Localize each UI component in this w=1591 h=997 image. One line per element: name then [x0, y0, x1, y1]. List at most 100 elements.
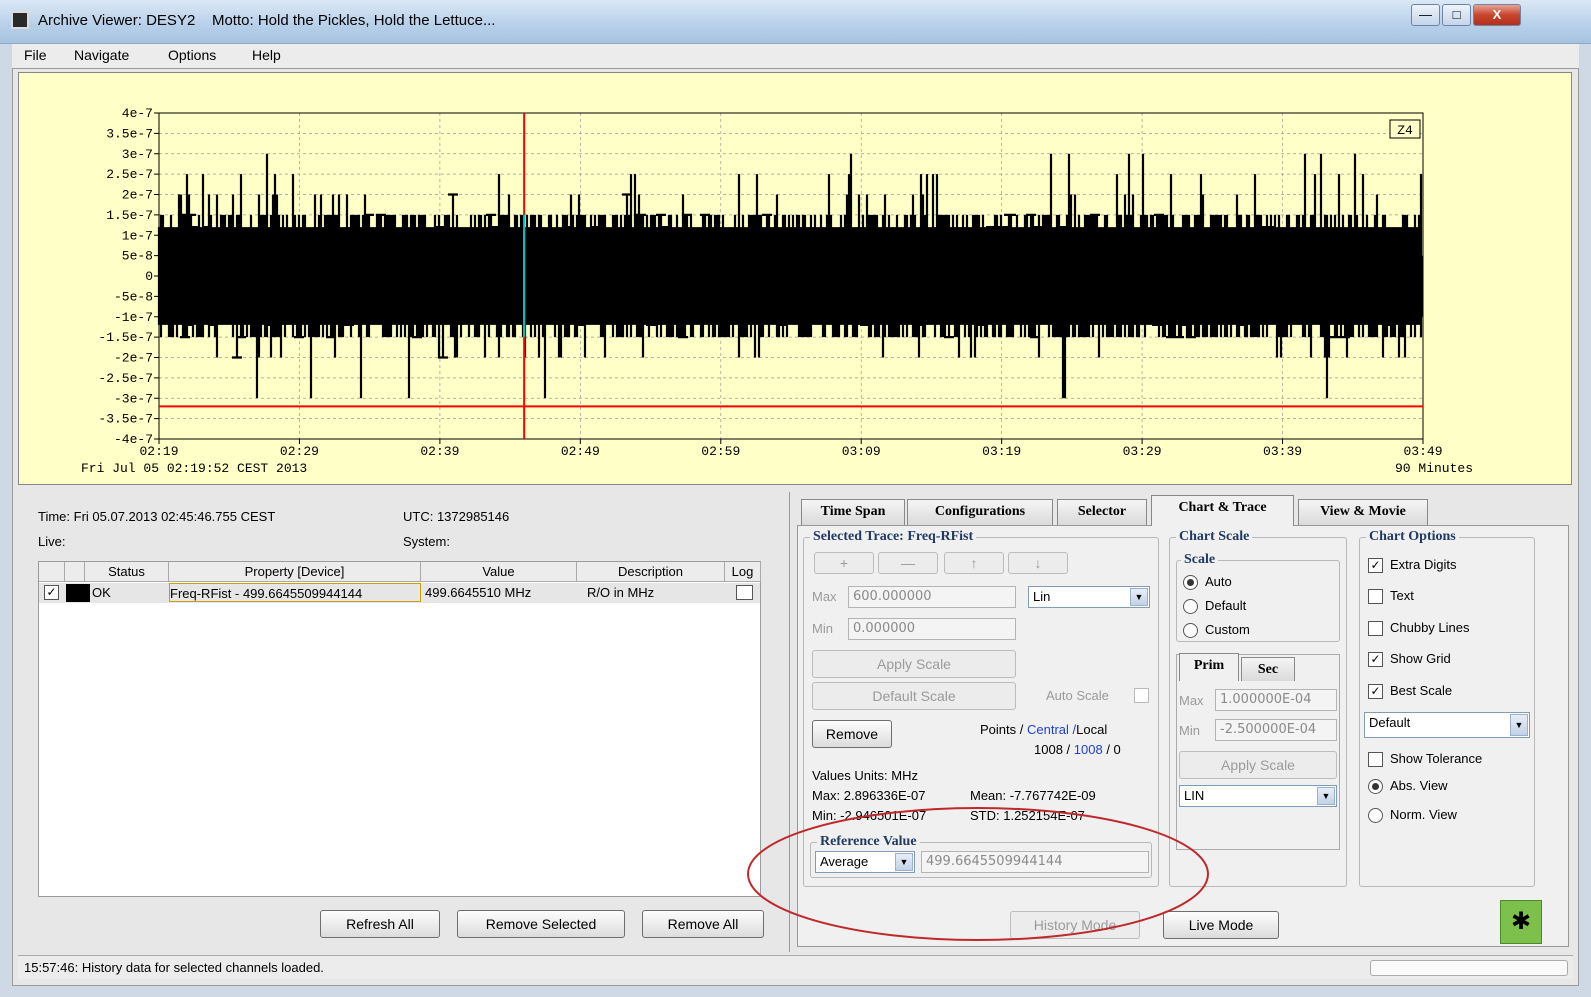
trace-scale-value: Lin: [1033, 589, 1051, 604]
trace-max-field[interactable]: 600.000000: [848, 586, 1016, 608]
tab-time-span[interactable]: Time Span: [801, 499, 905, 525]
table-header-log[interactable]: Log: [725, 562, 761, 582]
auto-scale-checkbox[interactable]: [1134, 688, 1149, 703]
table-row[interactable]: ✓ OK Freq-RFist - 499.6645509944144 499.…: [39, 583, 760, 603]
points-label: Points /: [980, 722, 1024, 737]
tab-configurations[interactable]: Configurations: [907, 499, 1053, 525]
trace-scale-select[interactable]: Lin ▼: [1028, 586, 1150, 608]
tab-view-movie[interactable]: View & Movie: [1298, 499, 1428, 525]
text-label: Text: [1390, 588, 1414, 603]
channel-table[interactable]: Status Property [Device] Value Descripti…: [38, 561, 761, 897]
scale-custom-label: Custom: [1205, 622, 1250, 637]
y-tick-label: -2e-7: [114, 351, 153, 366]
x-tick-label: 03:39: [1263, 444, 1302, 459]
scale-auto-radio[interactable]: [1183, 575, 1198, 590]
local-label: Local: [1076, 722, 1108, 737]
menu-file[interactable]: File: [24, 47, 47, 63]
spider-icon[interactable]: ✱: [1500, 900, 1542, 944]
y-tick-label: -5e-8: [114, 289, 153, 304]
abs-view-label: Abs. View: [1390, 778, 1448, 793]
extra-digits-checkbox[interactable]: ✓: [1368, 558, 1383, 573]
prim-min-field[interactable]: -2.500000E-04: [1215, 719, 1337, 741]
chubby-lines-checkbox[interactable]: [1368, 621, 1383, 636]
chevron-down-icon: ▼: [1317, 787, 1335, 805]
move-down-button[interactable]: ↓: [1008, 552, 1068, 574]
y-tick-label: 2.5e-7: [106, 167, 153, 182]
x-tick-label: 02:39: [420, 444, 459, 459]
units-label: Values Units: MHz: [812, 768, 918, 783]
text-checkbox[interactable]: [1368, 589, 1383, 604]
channel-panel: Time: Fri 05.07.2013 02:45:46.755 CEST U…: [18, 497, 783, 949]
central-count: 1008: [1073, 742, 1103, 757]
row-log-checkbox[interactable]: [736, 585, 753, 600]
tab-sec[interactable]: Sec: [1241, 657, 1295, 681]
prim-max-label: Max: [1179, 693, 1204, 708]
remove-trace-small-button[interactable]: —: [878, 552, 938, 574]
table-header-value[interactable]: Value: [421, 562, 577, 582]
trace-chart[interactable]: 4e-7 3.5e-7 3e-7 2.5e-7 2e-7 1.5e-7 1e-7 5e-8 0 -…: [19, 73, 1571, 484]
chevron-down-icon: ▼: [1130, 588, 1148, 606]
remove-selected-button[interactable]: Remove Selected: [457, 910, 625, 938]
menu-help[interactable]: Help: [252, 47, 281, 63]
y-tick-label: -1.5e-7: [98, 330, 153, 345]
norm-view-label: Norm. View: [1390, 807, 1457, 822]
y-tick-label: 4e-7: [122, 106, 153, 121]
remove-trace-button[interactable]: Remove: [812, 720, 892, 748]
app-icon: [11, 11, 29, 29]
table-header-property[interactable]: Property [Device]: [169, 562, 421, 582]
x-tick-label: 02:49: [561, 444, 600, 459]
y-tick-label: 3e-7: [122, 147, 153, 162]
highlight-ellipse: [747, 807, 1209, 941]
scale-custom-radio[interactable]: [1183, 623, 1198, 638]
tab-chart-trace[interactable]: Chart & Trace: [1151, 495, 1294, 526]
show-tolerance-label: Show Tolerance: [1390, 751, 1483, 766]
prim-max-field[interactable]: 1.000000E-04: [1215, 689, 1337, 711]
apply-scale-button[interactable]: Apply Scale: [812, 650, 1016, 678]
utc-label: UTC: 1372985146: [403, 509, 510, 524]
window-title: Archive Viewer: DESY2 Motto: Hold the Pi…: [38, 12, 495, 29]
points-counts: 1008 / 1008 / 0: [1034, 742, 1121, 757]
show-grid-label: Show Grid: [1390, 651, 1451, 666]
y-tick-label: 0: [145, 269, 153, 284]
tab-prim[interactable]: Prim: [1179, 653, 1239, 681]
table-header-description[interactable]: Description: [577, 562, 725, 582]
selected-trace-title: Selected Trace: Freq-RFist: [810, 529, 977, 545]
scale-default-radio[interactable]: [1183, 599, 1198, 614]
add-trace-button[interactable]: +: [814, 552, 874, 574]
table-header-check[interactable]: [39, 562, 65, 582]
move-up-button[interactable]: ↑: [944, 552, 1004, 574]
row-color-swatch[interactable]: [66, 584, 90, 602]
default-scale-button[interactable]: Default Scale: [812, 682, 1016, 710]
minimize-button[interactable]: —: [1411, 4, 1440, 26]
menu-bar: File Navigate Options Help: [12, 44, 1579, 68]
refresh-all-button[interactable]: Refresh All: [320, 910, 440, 938]
row-value: 499.6645510 MHz: [425, 585, 532, 600]
norm-view-radio[interactable]: [1368, 808, 1383, 823]
chart-panel[interactable]: 4e-7 3.5e-7 3e-7 2.5e-7 2e-7 1.5e-7 1e-7 5e-8 0 -…: [18, 72, 1572, 485]
table-header-color[interactable]: [65, 562, 85, 582]
menu-options[interactable]: Options: [168, 47, 216, 63]
show-grid-checkbox[interactable]: ✓: [1368, 652, 1383, 667]
trace-min-field[interactable]: 0.000000: [848, 618, 1016, 640]
show-tolerance-checkbox[interactable]: [1368, 752, 1383, 767]
maximize-button[interactable]: □: [1442, 4, 1471, 26]
y-tick-label: 5e-8: [122, 249, 153, 264]
best-scale-checkbox[interactable]: ✓: [1368, 684, 1383, 699]
table-header-status[interactable]: Status: [85, 562, 169, 582]
menu-navigate[interactable]: Navigate: [74, 47, 129, 63]
chart-style-select[interactable]: Default ▼: [1364, 712, 1530, 738]
window-title-text: Archive Viewer: DESY2: [38, 12, 196, 29]
close-button[interactable]: X: [1473, 4, 1521, 26]
scale-subgroup: Scale Auto Default Custom: [1176, 552, 1340, 642]
central-label: Central: [1026, 722, 1069, 737]
prim-scale-value: LIN: [1184, 788, 1205, 803]
row-visible-checkbox[interactable]: ✓: [44, 585, 59, 600]
prim-apply-scale-button[interactable]: Apply Scale: [1179, 751, 1337, 779]
status-bar: 15:57:46: History data for selected chan…: [18, 955, 1573, 979]
progress-bar: [1370, 960, 1568, 976]
tab-selector[interactable]: Selector: [1057, 499, 1147, 525]
abs-view-radio[interactable]: [1368, 779, 1383, 794]
row-property[interactable]: Freq-RFist - 499.6645509944144: [169, 583, 421, 602]
auto-scale-label: Auto Scale: [1046, 688, 1109, 703]
extra-digits-label: Extra Digits: [1390, 557, 1457, 572]
